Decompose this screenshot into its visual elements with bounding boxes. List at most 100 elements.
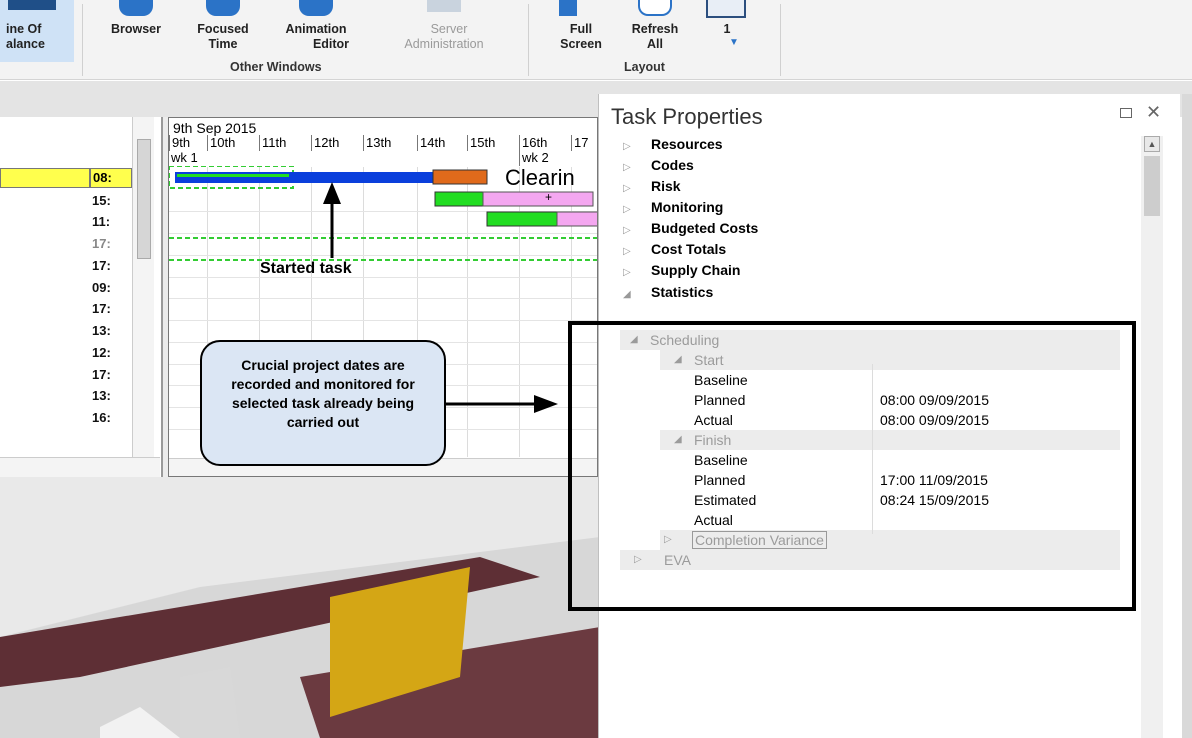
day-label: 15th [467,135,495,151]
server-administration-label-1: Server [430,22,468,36]
full-screen-label-2: Screen [560,37,602,51]
gridline [169,320,597,321]
table-cell: 08: [90,168,132,188]
day-label: 17 [571,135,588,151]
section-label: Budgeted Costs [651,220,759,236]
full-screen-label-1: Full [569,22,593,36]
collapse-icon: ◢ [623,289,631,300]
focused-time-button[interactable]: Focused Time [180,0,266,52]
started-task-label: Started task [260,260,352,277]
section-risk[interactable]: ▷ Risk [623,176,681,197]
table-cell: 17: [92,301,111,316]
section-codes[interactable]: ▷ Codes [623,155,694,176]
close-icon[interactable]: ✕ [1146,102,1161,123]
table-cell: 12: [92,345,111,360]
day-label: 12th [311,135,339,151]
layout-dropdown-button[interactable]: 1 [712,22,742,37]
section-label: Risk [651,178,681,194]
ribbon: ine Of alance Browser Focused Time Anima… [0,0,1192,80]
orange-task-bar[interactable] [432,169,488,185]
browser-label: Browser [110,22,162,36]
table-cell: 17: [92,367,111,382]
server-administration-button[interactable]: Server Administration [370,0,518,52]
vertical-scrollbar[interactable] [132,117,154,457]
panel-scrollbar[interactable]: ▲ [1141,136,1163,738]
green-task-bar[interactable] [434,191,484,207]
full-screen-icon [559,0,577,16]
week-label: wk 2 [519,151,549,166]
day-label: 16th [519,135,547,151]
line-of-balance-button[interactable]: ine Of alance [0,0,74,62]
line-of-balance-label-1: ine Of [6,22,42,36]
green-task-bar[interactable] [486,211,558,227]
ribbon-separator [780,4,781,76]
section-label: Codes [651,157,694,173]
section-label: Cost Totals [651,241,727,257]
pink-task-bar[interactable] [482,191,594,207]
section-label: Monitoring [651,199,724,215]
callout-box: Crucial project dates are recorded and m… [200,340,446,466]
table-cell: 17: [92,236,111,251]
day-label: 13th [363,135,391,151]
task-bar-label: Clearin [505,165,575,190]
scroll-up-icon[interactable]: ▲ [1144,136,1160,152]
ribbon-separator [82,4,83,76]
table-cell: 13: [92,388,111,403]
section-cost-totals[interactable]: ▷ Cost Totals [623,239,726,260]
server-administration-icon [427,0,461,12]
3d-model-render [0,537,600,738]
expand-icon: ▷ [623,246,631,257]
section-budgeted-costs[interactable]: ▷ Budgeted Costs [623,218,758,239]
task-grid: 08: 15: 11: 17: 17: 09: 17: 13: 12: 17: … [0,117,163,477]
highlight-box [568,321,1136,611]
browser-button[interactable]: Browser [96,0,176,37]
animation-editor-label-2: Editor [312,37,350,51]
horizontal-scrollbar[interactable] [0,457,160,477]
table-cell: 09: [92,280,111,295]
refresh-all-label-2: All [647,37,663,51]
progress-bar [177,174,289,177]
animation-editor-label-1: Animation [285,22,347,36]
full-screen-button[interactable]: Full Screen [548,0,614,52]
expand-icon: ▷ [623,204,631,215]
day-label: 10th [207,135,235,151]
scrollbar-thumb[interactable] [137,139,151,259]
table-cell: 11: [92,214,111,229]
line-of-balance-icon [8,0,56,10]
section-statistics[interactable]: ◢ Statistics [623,282,713,303]
pink-task-bar[interactable] [556,211,598,227]
layout-group-label: Layout [624,60,665,74]
expand-icon: ▷ [623,183,631,194]
table-cell: 17: [92,258,111,273]
section-resources[interactable]: ▷ Resources [623,134,723,155]
line-of-balance-label-2: alance [6,37,45,51]
refresh-all-button[interactable]: Refresh All [614,0,696,52]
layout-icon [706,0,746,18]
week-label: wk 1 [171,150,198,165]
section-supply-chain[interactable]: ▷ Supply Chain [623,260,740,281]
section-label: Resources [651,136,723,152]
timeline-date: 9th Sep 2015 [173,120,257,136]
maximize-icon[interactable] [1120,108,1132,118]
gridline [169,277,597,278]
expand-icon: ▷ [623,267,631,278]
focused-time-icon [206,0,240,16]
section-label: Statistics [651,284,714,300]
table-cell: 13: [92,323,111,338]
layout-number-label: 1 [723,22,731,36]
focused-time-label-1: Focused [197,22,249,36]
panel-title: Task Properties [611,104,763,129]
animation-editor-button[interactable]: Animation Editor [266,0,366,52]
table-cell: 16: [92,410,111,425]
section-monitoring[interactable]: ▷ Monitoring [623,197,723,218]
ribbon-separator [528,4,529,76]
gridline [169,298,597,299]
scrollbar-thumb[interactable] [1144,156,1160,216]
day-label: 9th [169,135,190,151]
animation-editor-icon [299,0,333,16]
3d-viewport[interactable] [0,477,600,738]
browser-icon [119,0,153,16]
section-label: Supply Chain [651,262,741,278]
selected-task-row[interactable] [0,168,90,188]
focused-time-label-2: Time [208,37,238,51]
